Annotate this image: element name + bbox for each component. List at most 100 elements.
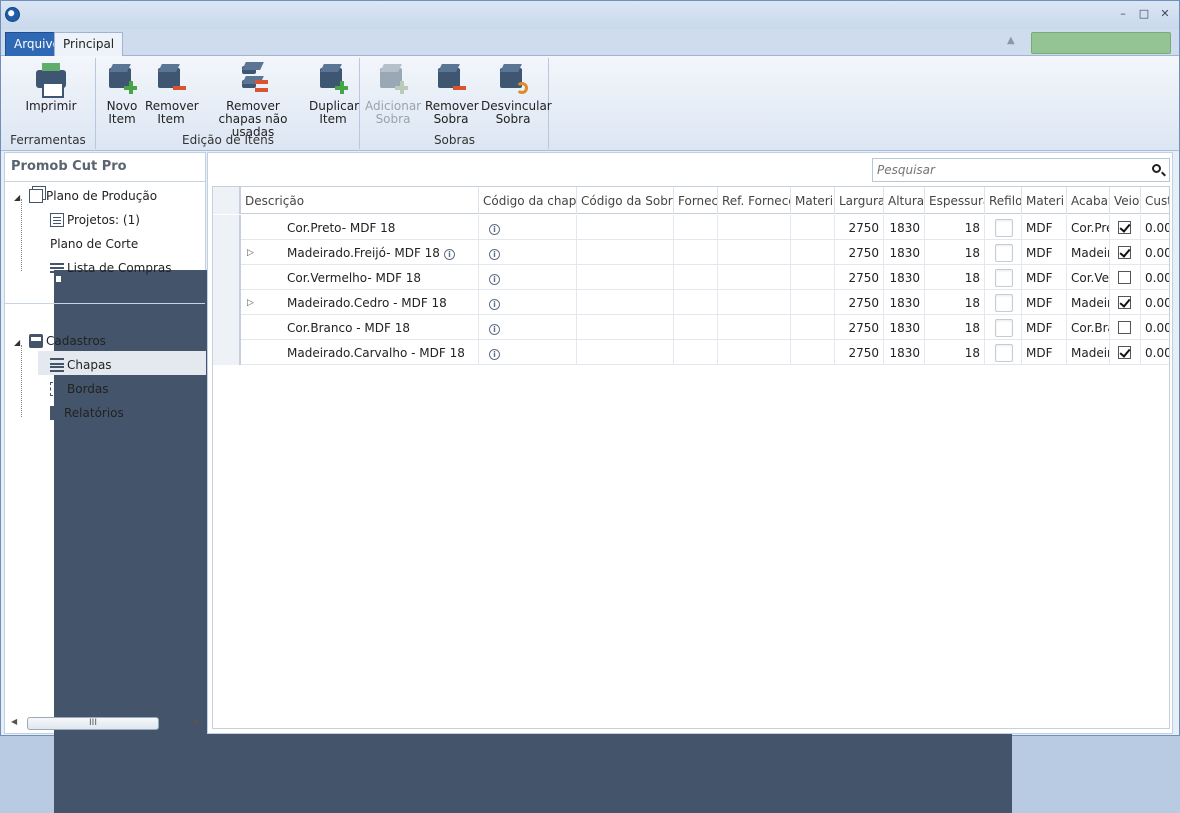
cell-altura[interactable]: 1830 <box>884 215 925 240</box>
horizontal-scrollbar[interactable]: ◀ III ▶ <box>7 715 203 731</box>
app-logo-icon[interactable] <box>5 7 20 22</box>
cell-descricao[interactable]: Madeirado.Carvalho - MDF 18 <box>241 340 479 365</box>
cell-altura[interactable]: 1830 <box>884 315 925 340</box>
info-icon[interactable]: i <box>489 349 500 360</box>
cell-material[interactable]: MDF <box>1022 315 1067 340</box>
refilo-checkbox[interactable] <box>995 294 1013 312</box>
cell-fornec[interactable] <box>674 240 718 265</box>
cell-custo[interactable]: 0.00 <box>1141 290 1169 315</box>
cell-veio[interactable] <box>1110 315 1141 340</box>
refilo-checkbox[interactable] <box>995 344 1013 362</box>
cell-veio[interactable] <box>1110 340 1141 365</box>
cell-custo[interactable]: 0.00 <box>1141 265 1169 290</box>
table-row[interactable]: Cor.Preto- MDF 18 i 2750183018 MDFCor.Preto… <box>213 215 1169 240</box>
cell-codigo_sobra[interactable] <box>577 265 674 290</box>
cell-materi[interactable] <box>791 340 835 365</box>
col-refilo[interactable]: Refilo <box>985 187 1022 214</box>
cell-acabamento[interactable]: Cor.Preto <box>1067 215 1110 240</box>
cell-largura[interactable]: 2750 <box>835 290 884 315</box>
remover-sobra-button[interactable]: Remover Sobra <box>425 64 479 126</box>
cell-ref_fornece[interactable] <box>718 240 791 265</box>
col-custo[interactable]: Cust <box>1141 187 1169 214</box>
table-row[interactable]: Cor.Vermelho- MDF 18 i 2750 1830 18 MDF Cor.Ve… <box>213 265 1169 290</box>
row-selector[interactable] <box>213 265 241 290</box>
tree-plano-producao[interactable]: Plano de Produção <box>29 189 157 203</box>
minimize-button[interactable]: – <box>1115 7 1131 21</box>
desvincular-sobra-button[interactable]: Desvincular Sobra <box>481 64 552 126</box>
cell-veio[interactable] <box>1110 215 1141 240</box>
cell-custo[interactable]: 0.00 <box>1141 240 1169 265</box>
veio-checkbox[interactable] <box>1118 296 1131 309</box>
cell-ref_fornece[interactable] <box>718 215 791 240</box>
scroll-thumb[interactable]: III <box>27 717 159 730</box>
cell-fornec[interactable] <box>674 315 718 340</box>
cell-material[interactable]: MDF <box>1022 215 1067 240</box>
cell-codigo_sobra[interactable] <box>577 215 674 240</box>
cell-ref_fornece[interactable] <box>718 315 791 340</box>
cell-refilo[interactable] <box>985 215 1022 240</box>
cell-codigo_chapa[interactable]: i <box>479 315 577 340</box>
info-icon[interactable]: i <box>489 299 500 310</box>
cell-veio[interactable] <box>1110 265 1141 290</box>
refilo-checkbox[interactable] <box>995 319 1013 337</box>
scroll-right-icon[interactable]: ▶ <box>193 717 199 726</box>
col-altura[interactable]: Altura <box>884 187 925 214</box>
cell-material[interactable]: MDF <box>1022 265 1067 290</box>
col-codigo-chapa[interactable]: Código da chapa <box>479 187 577 214</box>
cell-codigo_sobra[interactable] <box>577 290 674 315</box>
table-row[interactable]: ▷ Madeirado.Cedro - MDF 18 i 2750 1830 18 MDF M… <box>213 290 1169 316</box>
cell-codigo_chapa[interactable]: i <box>479 240 577 265</box>
cell-altura[interactable]: 1830 <box>884 240 925 265</box>
cell-material[interactable]: MDF <box>1022 340 1067 365</box>
cell-altura[interactable]: 1830 <box>884 340 925 365</box>
row-selector[interactable] <box>213 315 241 340</box>
cell-ref_fornece[interactable] <box>718 265 791 290</box>
col-largura[interactable]: Largura <box>835 187 884 214</box>
cell-fornec[interactable] <box>674 265 718 290</box>
cell-codigo_chapa[interactable]: i <box>479 265 577 290</box>
tree-bordas[interactable]: Bordas <box>50 382 109 396</box>
close-button[interactable]: ✕ <box>1157 7 1173 21</box>
cell-descricao[interactable]: Cor.Vermelho- MDF 18 <box>241 265 479 290</box>
expand-row-icon[interactable]: ▷ <box>247 290 254 316</box>
veio-checkbox[interactable] <box>1118 221 1131 234</box>
veio-checkbox[interactable] <box>1118 346 1131 359</box>
cell-veio[interactable] <box>1110 240 1141 265</box>
col-material[interactable]: Materi <box>1022 187 1067 214</box>
cell-materi[interactable] <box>791 215 835 240</box>
novo-item-button[interactable]: Novo Item <box>103 64 141 126</box>
search-input[interactable] <box>873 159 1143 181</box>
col-descricao[interactable]: Descrição <box>241 187 479 214</box>
cell-acabamento[interactable]: Madeirado <box>1067 340 1110 365</box>
row-selector[interactable] <box>213 340 241 365</box>
cell-codigo_chapa[interactable]: i <box>479 340 577 365</box>
cell-refilo[interactable] <box>985 240 1022 265</box>
cell-veio[interactable] <box>1110 290 1141 315</box>
cell-ref_fornece[interactable] <box>718 340 791 365</box>
cell-altura[interactable]: 1830 <box>884 290 925 315</box>
tree-chapas[interactable]: Chapas <box>50 358 112 372</box>
cell-largura[interactable]: 2750 <box>835 215 884 240</box>
collapse-plano-icon[interactable]: ◢ <box>14 193 20 202</box>
cell-largura[interactable]: 2750 <box>835 340 884 365</box>
cell-espessura[interactable]: 18 <box>925 340 985 365</box>
tree-relatorios[interactable]: Relatórios <box>50 406 124 420</box>
col-acabamento[interactable]: Acabar <box>1067 187 1110 214</box>
tree-lista-compras[interactable]: Lista de Compras <box>50 261 172 275</box>
search-icon[interactable] <box>1152 164 1161 173</box>
collapse-ribbon-icon[interactable]: ▲ <box>1007 35 1015 46</box>
cell-codigo_chapa[interactable]: i <box>479 215 577 240</box>
refilo-checkbox[interactable] <box>995 219 1013 237</box>
info-icon[interactable]: i <box>489 249 500 260</box>
table-row[interactable]: Madeirado.Carvalho - MDF 18 i 2750 1830 18 MD… <box>213 340 1169 365</box>
cell-codigo_chapa[interactable]: i <box>479 290 577 315</box>
table-row[interactable]: Cor.Branco - MDF 18 i 2750183018 MDFCor.Bra… <box>213 315 1169 340</box>
cell-largura[interactable]: 2750 <box>835 265 884 290</box>
cell-descricao[interactable]: Cor.Preto- MDF 18 <box>241 215 479 240</box>
cell-espessura[interactable]: 18 <box>925 265 985 290</box>
col-fornec[interactable]: Fornec <box>674 187 718 214</box>
col-materi[interactable]: Materi <box>791 187 835 214</box>
cell-material[interactable]: MDF <box>1022 240 1067 265</box>
cell-acabamento[interactable]: Madeirado <box>1067 290 1110 315</box>
cell-codigo_sobra[interactable] <box>577 315 674 340</box>
